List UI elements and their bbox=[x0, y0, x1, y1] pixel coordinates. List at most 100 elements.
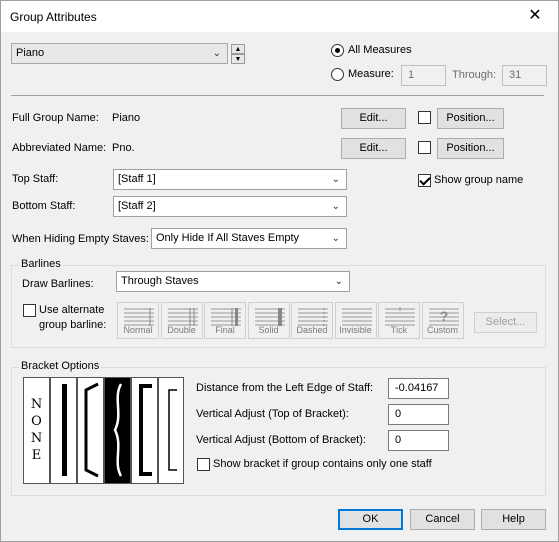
thin-bracket-icon bbox=[168, 389, 177, 471]
barline-double-button[interactable]: Double bbox=[160, 302, 203, 339]
barline-type-label: Custom bbox=[426, 325, 458, 335]
distance-field[interactable]: -0.04167 bbox=[388, 378, 449, 399]
abbr-name-edit-button[interactable]: Edit... bbox=[341, 138, 406, 159]
ok-button[interactable]: OK bbox=[338, 509, 403, 530]
bracket-options-label: Bracket Options bbox=[19, 360, 102, 372]
hiding-value: Only Hide If All Staves Empty bbox=[156, 232, 300, 244]
top-staff-value: [Staff 1] bbox=[118, 173, 156, 185]
full-name-label: Full Group Name: bbox=[12, 112, 99, 124]
use-alternate-label-2: group barline: bbox=[39, 319, 107, 331]
abbr-name-value: Pno. bbox=[112, 142, 135, 154]
measure-label: Measure: bbox=[348, 68, 394, 80]
group-select[interactable]: Piano ⌄ bbox=[11, 43, 228, 64]
barline-normal-button[interactable]: Normal bbox=[117, 302, 159, 339]
chevron-down-icon: ⌄ bbox=[331, 201, 340, 212]
bottom-staff-label: Bottom Staff: bbox=[12, 200, 76, 212]
spin-down-button[interactable]: ▼ bbox=[231, 54, 245, 64]
chevron-down-icon: ⌄ bbox=[212, 48, 221, 59]
abbr-name-position-checkbox[interactable] bbox=[418, 141, 431, 154]
cancel-button[interactable]: Cancel bbox=[410, 509, 475, 530]
distance-label: Distance from the Left Edge of Staff: bbox=[196, 382, 374, 394]
show-one-staff-label: Show bracket if group contains only one … bbox=[213, 458, 432, 470]
barline-type-label: Final bbox=[215, 325, 235, 335]
chevron-down-icon: ⌄ bbox=[331, 174, 340, 185]
bracket-none-letter: O bbox=[31, 414, 42, 429]
top-staff-select[interactable]: [Staff 1] ⌄ bbox=[113, 169, 347, 190]
barline-tick-button[interactable]: Tick bbox=[378, 302, 420, 339]
barline-type-label: Double bbox=[167, 325, 196, 335]
help-button[interactable]: Help bbox=[481, 509, 546, 530]
title-bar: Group Attributes ✕ bbox=[1, 1, 558, 32]
barline-type-label: Dashed bbox=[296, 325, 328, 335]
divider bbox=[11, 95, 544, 96]
bracket-hook-option[interactable] bbox=[77, 377, 104, 484]
barline-type-label: Tick bbox=[390, 325, 408, 335]
full-name-position-checkbox[interactable] bbox=[418, 111, 431, 124]
measure-radio[interactable] bbox=[331, 68, 344, 81]
vertical-top-field[interactable]: 0 bbox=[388, 404, 449, 425]
bracket-none-option[interactable]: N O N E bbox=[23, 377, 50, 484]
full-name-value: Piano bbox=[112, 112, 141, 124]
draw-barlines-value: Through Staves bbox=[121, 275, 199, 287]
hiding-select[interactable]: Only Hide If All Staves Empty ⌄ bbox=[151, 228, 347, 249]
chevron-down-icon: ⌄ bbox=[334, 276, 343, 287]
hiding-label: When Hiding Empty Staves: bbox=[12, 233, 149, 245]
all-measures-radio[interactable] bbox=[331, 44, 344, 57]
show-one-staff-checkbox[interactable] bbox=[197, 458, 210, 471]
close-icon[interactable]: ✕ bbox=[512, 1, 558, 32]
barline-type-label: Normal bbox=[123, 325, 153, 335]
svg-text:?: ? bbox=[439, 308, 448, 324]
vertical-bottom-label: Vertical Adjust (Bottom of Bracket): bbox=[196, 434, 366, 446]
vertical-top-label: Vertical Adjust (Top of Bracket): bbox=[196, 408, 349, 420]
barline-type-label: Solid bbox=[258, 325, 279, 335]
draw-barlines-select[interactable]: Through Staves ⌄ bbox=[116, 271, 350, 292]
square-bracket-icon bbox=[139, 384, 152, 476]
full-name-position-button[interactable]: Position... bbox=[437, 108, 504, 129]
chevron-down-icon: ⌄ bbox=[331, 233, 340, 244]
through-value: 31 bbox=[509, 69, 522, 81]
bottom-staff-value: [Staff 2] bbox=[118, 200, 156, 212]
group-attributes-dialog: Group Attributes ✕ Piano ⌄ ▲ ▼ All Measu… bbox=[0, 0, 559, 542]
curly-brace-icon bbox=[113, 383, 123, 477]
use-alternate-label-1: Use alternate bbox=[39, 304, 105, 316]
bracket-thick-line-option[interactable] bbox=[50, 377, 77, 484]
barline-solid-button[interactable]: Solid bbox=[247, 302, 290, 339]
bracket-none-letter: N bbox=[30, 397, 43, 412]
barline-invisible-button[interactable]: Invisible bbox=[334, 302, 377, 339]
top-staff-label: Top Staff: bbox=[12, 173, 59, 185]
bracket-none-letter: N bbox=[30, 431, 43, 446]
barline-final-button[interactable]: Final bbox=[204, 302, 246, 339]
through-label: Through: bbox=[452, 69, 497, 81]
barline-dashed-button[interactable]: Dashed bbox=[291, 302, 333, 339]
bracket-brace-option[interactable] bbox=[104, 377, 131, 484]
barline-type-label: Invisible bbox=[339, 325, 372, 335]
select-barline-button[interactable]: Select... bbox=[474, 312, 537, 333]
window-title: Group Attributes bbox=[10, 10, 97, 24]
spin-up-button[interactable]: ▲ bbox=[231, 44, 245, 54]
abbr-name-label: Abbreviated Name: bbox=[12, 142, 107, 154]
group-select-value: Piano bbox=[16, 47, 45, 59]
through-field[interactable]: 31 bbox=[502, 65, 547, 86]
vertical-bottom-field[interactable]: 0 bbox=[388, 430, 449, 451]
abbr-name-position-button[interactable]: Position... bbox=[437, 138, 504, 159]
distance-value: -0.04167 bbox=[395, 382, 439, 394]
measure-from-value: 1 bbox=[408, 69, 415, 81]
bottom-staff-select[interactable]: [Staff 2] ⌄ bbox=[113, 196, 347, 217]
draw-barlines-label: Draw Barlines: bbox=[22, 278, 94, 290]
bracket-thin-option[interactable] bbox=[158, 377, 184, 484]
vertical-bottom-value: 0 bbox=[395, 434, 402, 446]
barline-custom-button[interactable]: ? Custom bbox=[421, 302, 464, 339]
show-group-name-label: Show group name bbox=[434, 174, 524, 186]
all-measures-label: All Measures bbox=[348, 44, 412, 56]
vertical-top-value: 0 bbox=[395, 408, 402, 420]
show-group-name-checkbox[interactable] bbox=[418, 174, 431, 187]
bracket-none-letter: E bbox=[31, 448, 42, 463]
barlines-group-label: Barlines bbox=[19, 258, 63, 270]
use-alternate-checkbox[interactable] bbox=[23, 304, 36, 317]
bracket-style-picker: N O N E bbox=[23, 377, 184, 486]
measure-from-field[interactable]: 1 bbox=[401, 65, 446, 86]
bracket-square-option[interactable] bbox=[131, 377, 158, 484]
thick-line-bracket-icon bbox=[62, 384, 67, 476]
full-name-edit-button[interactable]: Edit... bbox=[341, 108, 406, 129]
hooked-bracket-icon bbox=[84, 382, 99, 478]
